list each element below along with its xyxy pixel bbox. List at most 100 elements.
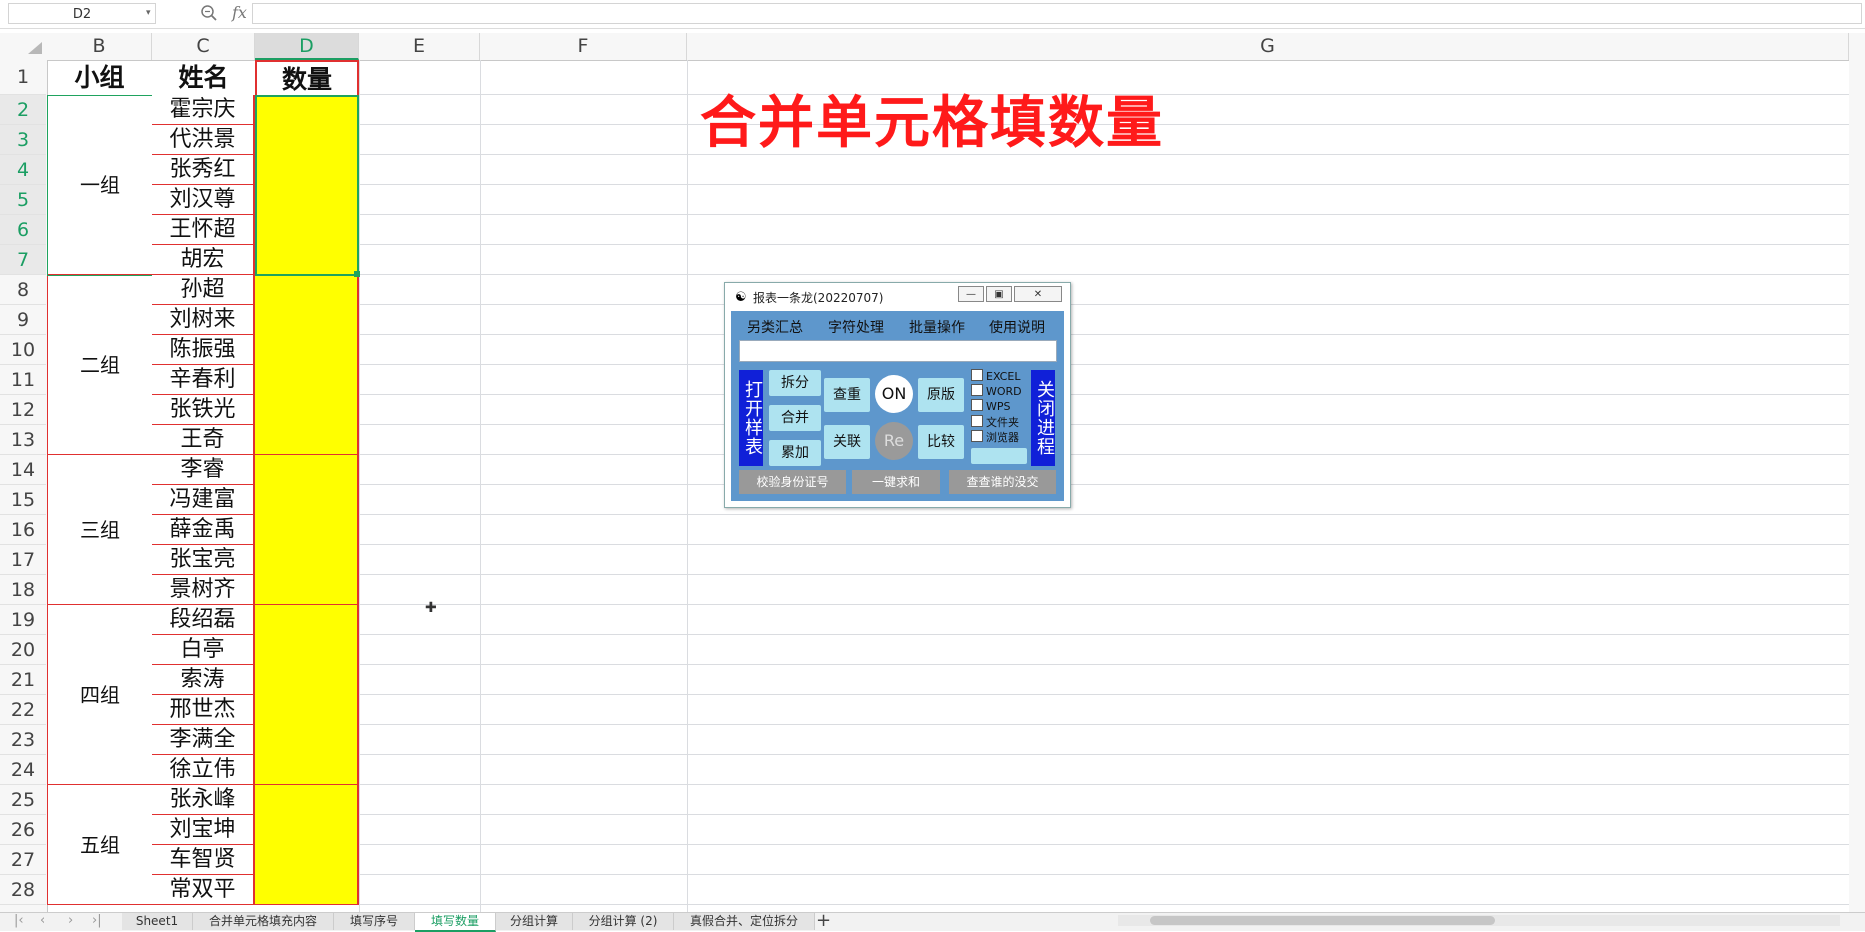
name-cell[interactable]: 代洪景 [152,125,255,155]
header-qty[interactable]: 数量 [255,60,359,95]
fill-handle[interactable] [354,271,360,277]
name-cell[interactable]: 李满全 [152,725,255,755]
name-cell[interactable]: 常双平 [152,875,255,905]
name-cell[interactable]: 张秀红 [152,155,255,185]
row-header[interactable]: 4 [0,155,46,185]
name-cell[interactable]: 辛春利 [152,365,255,395]
restore-icon[interactable]: ▣ [986,286,1012,302]
row-header[interactable]: 14 [0,455,46,485]
add-sheet-icon[interactable]: + [816,910,831,931]
tool-input[interactable] [739,340,1057,362]
row-header[interactable]: 16 [0,515,46,545]
group-cell[interactable]: 二组 [47,275,152,455]
first-sheet-icon[interactable]: |‹ [14,913,24,928]
row-header[interactable]: 17 [0,545,46,575]
one-click-sum-button[interactable]: 一键求和 [852,470,940,494]
group-cell[interactable]: 四组 [47,605,152,785]
name-cell[interactable]: 胡宏 [152,245,255,275]
name-cell[interactable]: 刘树来 [152,305,255,335]
re-button[interactable]: Re [875,422,913,460]
name-cell[interactable]: 白亭 [152,635,255,665]
checkbox-browser[interactable]: 浏览器 [971,429,1019,445]
next-sheet-icon[interactable]: › [68,913,73,928]
row-header[interactable]: 3 [0,125,46,155]
row-header[interactable]: 25 [0,785,46,815]
blank-button[interactable] [971,448,1027,464]
name-cell[interactable]: 刘汉尊 [152,185,255,215]
row-header[interactable]: 8 [0,275,46,305]
row-header[interactable]: 18 [0,575,46,605]
name-cell[interactable]: 王奇 [152,425,255,455]
row-header[interactable]: 26 [0,815,46,845]
row-header[interactable]: 20 [0,635,46,665]
qty-cell[interactable] [255,605,359,785]
checkbox-folder[interactable]: 文件夹 [971,414,1019,430]
tab-true-false-merge[interactable]: 真假合并、定位拆分 [674,913,815,930]
row-header[interactable]: 11 [0,365,46,395]
dedupe-button[interactable]: 查重 [824,378,870,412]
sheet-title[interactable]: 合并单元格填数量 [700,78,1164,159]
row-header[interactable]: 10 [0,335,46,365]
qty-cell[interactable] [255,455,359,605]
row-header[interactable]: 23 [0,725,46,755]
close-process-button[interactable]: 关闭进程 [1031,370,1055,466]
name-cell[interactable]: 陈振强 [152,335,255,365]
tab-sheet1[interactable]: Sheet1 [122,913,193,930]
row-header[interactable]: 6 [0,215,46,245]
name-cell[interactable]: 张宝亮 [152,545,255,575]
horizontal-scroll-thumb[interactable] [1150,916,1495,925]
menu-help[interactable]: 使用说明 [989,317,1045,337]
row-header[interactable]: 27 [0,845,46,875]
checkbox-excel[interactable]: EXCEL [971,369,1020,383]
row-header[interactable]: 9 [0,305,46,335]
row-header[interactable]: 24 [0,755,46,785]
prev-sheet-icon[interactable]: ‹ [40,913,45,928]
associate-button[interactable]: 关联 [824,425,870,459]
group-cell[interactable]: 五组 [47,785,152,905]
close-icon[interactable]: ✕ [1014,286,1062,302]
tab-fill-seq[interactable]: 填写序号 [334,913,415,930]
name-cell[interactable]: 薛金禹 [152,515,255,545]
row-header[interactable]: 7 [0,245,46,275]
compare-button[interactable]: 比较 [918,425,964,459]
on-button[interactable]: ON [875,375,913,413]
formula-input[interactable] [252,3,1862,24]
verify-id-button[interactable]: 校验身份证号 [739,470,846,494]
menu-string-process[interactable]: 字符处理 [828,317,884,337]
name-cell[interactable]: 刘宝坤 [152,815,255,845]
name-cell[interactable]: 张永峰 [152,785,255,815]
column-header-e[interactable]: E [359,33,480,60]
last-sheet-icon[interactable]: ›| [92,913,102,928]
chevron-down-icon[interactable]: ▾ [146,3,151,24]
checkbox-wps[interactable]: WPS [971,399,1011,413]
qty-cell[interactable] [255,785,359,905]
column-header-d[interactable]: D [255,33,359,60]
name-cell[interactable]: 孙超 [152,275,255,305]
row-header[interactable]: 12 [0,395,46,425]
row-header[interactable]: 21 [0,665,46,695]
menu-batch-ops[interactable]: 批量操作 [909,317,965,337]
name-cell[interactable]: 车智贤 [152,845,255,875]
merge-button[interactable]: 合并 [769,405,821,431]
row-header[interactable]: 22 [0,695,46,725]
header-name[interactable]: 姓名 [152,60,255,95]
vertical-scrollbar[interactable] [1849,33,1865,912]
check-missing-button[interactable]: 查查谁的没交 [949,470,1056,494]
row-header[interactable]: 15 [0,485,46,515]
tab-fill-qty[interactable]: 填写数量 [415,913,496,932]
row-header[interactable]: 1 [0,60,46,95]
name-box[interactable]: D2 [8,3,156,24]
name-cell[interactable]: 张铁光 [152,395,255,425]
minimize-icon[interactable]: — [958,286,984,302]
tab-merge-fill[interactable]: 合并单元格填充内容 [193,913,334,930]
group-cell[interactable]: 三组 [47,455,152,605]
name-cell[interactable]: 段绍磊 [152,605,255,635]
row-header[interactable]: 19 [0,605,46,635]
name-cell[interactable]: 邢世杰 [152,695,255,725]
header-group[interactable]: 小组 [47,60,152,95]
name-cell[interactable]: 景树齐 [152,575,255,605]
column-header-c[interactable]: C [152,33,255,60]
accumulate-button[interactable]: 累加 [769,440,821,466]
row-header[interactable]: 5 [0,185,46,215]
row-header[interactable]: 2 [0,95,46,125]
